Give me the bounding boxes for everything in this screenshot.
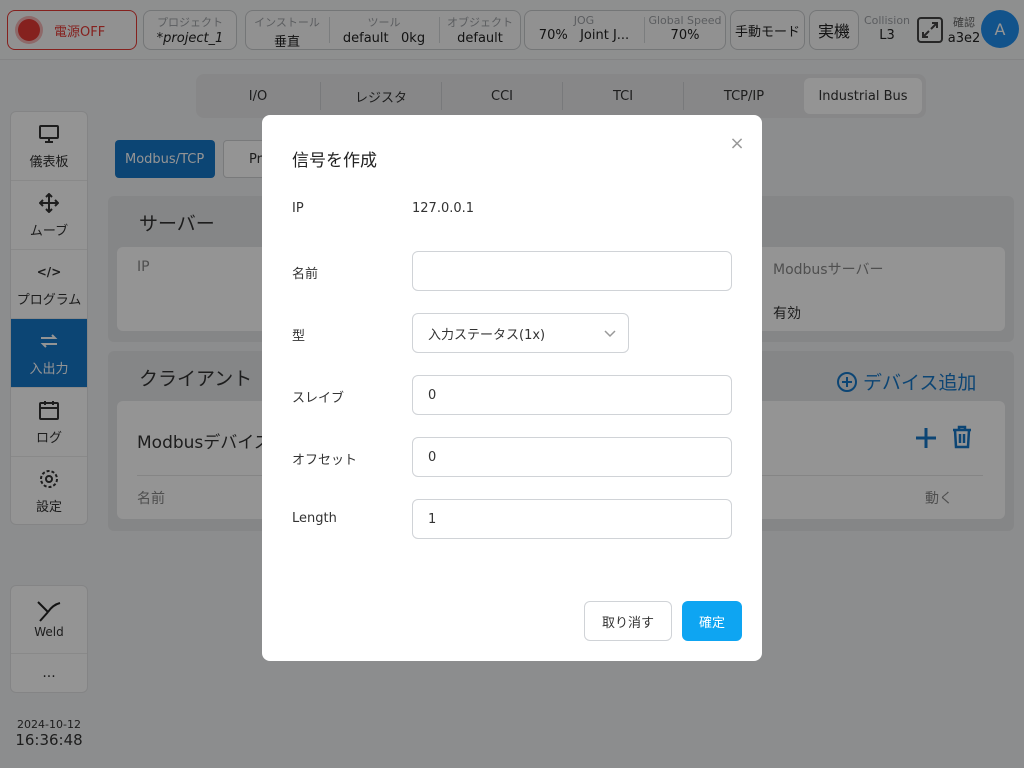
- close-icon[interactable]: ×: [728, 135, 746, 153]
- slave-label: スレイブ: [292, 391, 345, 406]
- slave-input[interactable]: 0: [412, 375, 732, 415]
- length-label: Length: [292, 511, 337, 526]
- chevron-down-icon: [604, 327, 616, 342]
- type-value: 入力ステータス(1x): [428, 327, 546, 343]
- type-select[interactable]: 入力ステータス(1x): [412, 313, 629, 353]
- name-label: 名前: [292, 267, 319, 282]
- confirm-button[interactable]: 確定: [682, 601, 742, 641]
- offset-input[interactable]: 0: [412, 437, 732, 477]
- cancel-button[interactable]: 取り消す: [584, 601, 672, 641]
- length-input[interactable]: 1: [412, 499, 732, 539]
- offset-label: オフセット: [292, 453, 358, 468]
- type-label: 型: [292, 329, 306, 344]
- dialog-title: 信号を作成: [292, 151, 377, 171]
- create-signal-dialog: 信号を作成 × IP 127.0.0.1 名前 型 入力ステータス(1x) スレ…: [262, 115, 762, 661]
- ip-value: 127.0.0.1: [412, 201, 475, 216]
- name-input[interactable]: [412, 251, 732, 291]
- ip-label: IP: [292, 201, 304, 216]
